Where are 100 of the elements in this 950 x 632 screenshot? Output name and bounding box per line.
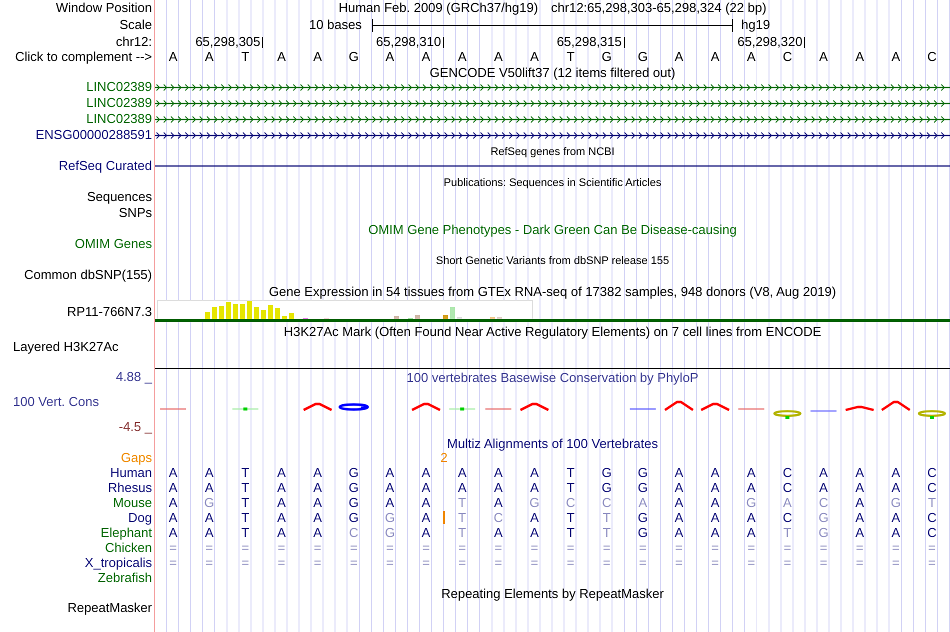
unaligned-mark: = [530, 540, 538, 556]
base-letter: A [422, 495, 430, 511]
base-letter: A [494, 525, 503, 541]
base-letter: A [891, 49, 900, 65]
unaligned-mark: = [169, 555, 177, 571]
conservation-mark [773, 410, 802, 419]
base-letter: T [928, 495, 936, 511]
track-label[interactable]: RP11-766N7.3 [66, 304, 152, 320]
track-label[interactable]: LINC02389 [86, 95, 152, 111]
base-letter: C [566, 495, 576, 511]
base-letter: A [855, 495, 864, 511]
species-label: Rhesus [108, 480, 152, 496]
base-letter: C [782, 49, 792, 65]
track-label[interactable]: ENSG00000288591 [36, 127, 152, 143]
base-letter: A [458, 49, 466, 65]
expression-bar [254, 307, 259, 319]
base-letter: A [168, 525, 178, 541]
base-letter: T [602, 510, 611, 526]
track-title: Short Genetic Variants from dbSNP release 155 [436, 254, 670, 269]
unaligned-mark: = [820, 555, 828, 571]
base-letter: A [313, 465, 322, 481]
base-letter: A [422, 49, 430, 65]
assembly-name: Human Feb. 2009 (GRCh37/hg19) [338, 0, 538, 16]
base-letter: A [494, 480, 503, 496]
base-letter: A [422, 510, 430, 526]
unaligned-mark: = [458, 555, 466, 571]
conservation-mark [700, 402, 730, 412]
base-letter: G [818, 510, 829, 526]
base-letter: C [782, 510, 792, 526]
unaligned-mark: = [278, 540, 286, 556]
base-letter: T [241, 49, 250, 65]
gene-line[interactable] [155, 131, 950, 140]
conservation-mark [881, 400, 910, 411]
track-label[interactable]: SNPs [118, 205, 152, 221]
unaligned-mark: = [784, 540, 792, 556]
track-label[interactable]: RefSeq Curated [58, 158, 152, 174]
expression-bar [219, 306, 224, 319]
base-letter: T [458, 525, 466, 541]
base-letter: A [855, 465, 864, 481]
base-letter: C [349, 525, 358, 541]
track-title: Multiz Alignments of 100 Vertebrates [446, 436, 658, 452]
base-letter: A [674, 480, 684, 496]
expression-bar [443, 315, 448, 319]
base-letter: C [927, 49, 937, 65]
base-letter: A [746, 465, 756, 481]
track-label[interactable]: 100 Vert. Cons [13, 394, 99, 410]
track-title: Gene Expression in 54 tissues from GTEx RNA-seq of 17382 samples, 948 donors (V8, Aug 2019) [268, 284, 836, 300]
track-label[interactable]: Sequences [86, 189, 152, 205]
gap-count: 2 [440, 450, 448, 466]
base-letter: A [168, 465, 178, 481]
gene-line[interactable] [155, 165, 950, 167]
base-letter: A [674, 465, 684, 481]
unaligned-mark: = [242, 555, 250, 571]
unaligned-mark: = [639, 555, 647, 571]
expression-bar [226, 302, 231, 319]
base-letter: A [855, 510, 864, 526]
base-letter: A [313, 495, 322, 511]
base-letter: A [819, 49, 828, 65]
expression-bar [268, 305, 273, 319]
expression-bar [240, 304, 245, 319]
base-letter: A [855, 480, 864, 496]
base-letter: T [241, 495, 250, 511]
base-letter: A [783, 495, 792, 511]
base-letter: A [891, 510, 900, 526]
track-label[interactable]: Common dbSNP(155) [24, 267, 152, 283]
track-label[interactable]: RepeatMasker [67, 600, 152, 616]
track-label[interactable]: Layered H3K27Ac [13, 339, 119, 355]
base-letter: A [530, 49, 539, 65]
base-letter: A [204, 525, 214, 541]
unaligned-mark: = [928, 540, 936, 556]
gene-line[interactable] [155, 99, 950, 108]
complement-link[interactable]: Click to complement --> [15, 49, 152, 65]
conservation-mark [160, 408, 186, 410]
base-letter: A [277, 49, 286, 65]
base-letter: A [855, 525, 864, 541]
unaligned-mark: = [928, 555, 936, 571]
base-letter: A [891, 525, 900, 541]
assembly-label: hg19 [741, 17, 770, 34]
expression-bar [282, 316, 287, 319]
track-label[interactable]: LINC02389 [86, 111, 152, 127]
base-letter: A [638, 495, 648, 511]
track-label[interactable]: OMIM Genes [74, 236, 152, 252]
species-label: X_tropicalis [84, 555, 152, 571]
gene-line[interactable] [155, 115, 950, 124]
track-label[interactable]: LINC02389 [86, 79, 152, 95]
conservation-mark [845, 406, 874, 412]
base-letter: G [348, 480, 359, 496]
position-range: chr12:65,298,303-65,298,324 (22 bp) [551, 0, 766, 16]
unaligned-mark: = [820, 540, 828, 556]
coordinate-label: 65,298,310 [376, 34, 442, 50]
unaligned-mark: = [494, 555, 502, 571]
base-letter: G [890, 495, 901, 511]
base-letter: A [277, 495, 286, 511]
base-letter: A [204, 49, 214, 65]
conservation-mark [918, 410, 946, 419]
base-letter: A [313, 525, 322, 541]
base-letter: A [168, 49, 178, 65]
base-letter: T [241, 510, 250, 526]
gene-line[interactable] [155, 83, 950, 92]
scale-label: 10 bases [309, 17, 362, 34]
